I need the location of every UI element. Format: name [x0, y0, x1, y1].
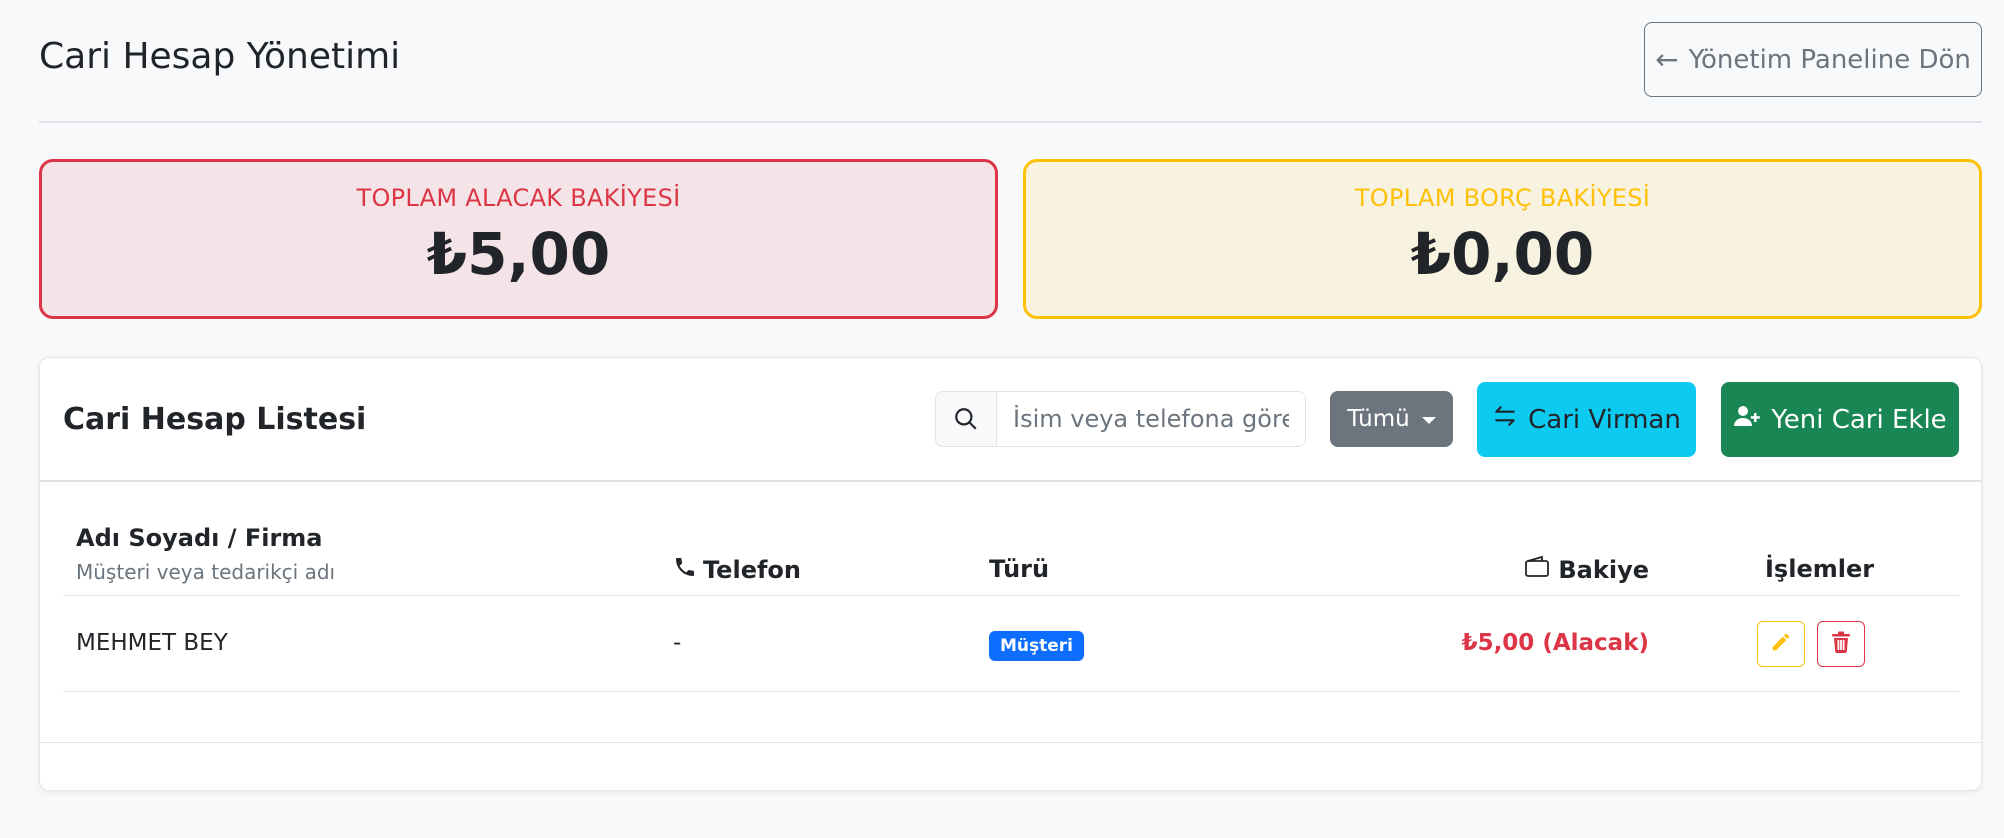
- column-header-phone: Telefon: [673, 555, 801, 585]
- receivable-amount: ₺5,00: [426, 220, 611, 288]
- panel-title: Cari Hesap Listesi: [63, 402, 367, 437]
- trash-icon: [1831, 631, 1851, 658]
- phone-header-label: Telefon: [703, 556, 801, 584]
- pencil-icon: [1770, 631, 1792, 658]
- page-header: Cari Hesap Yönetimi ← Yönetim Paneline D…: [39, 0, 1982, 123]
- panel-header: Cari Hesap Listesi Tümü: [40, 358, 1981, 482]
- filter-label: Tümü: [1347, 406, 1410, 432]
- column-header-name-subtitle: Müşteri veya tedarikçi adı: [76, 560, 336, 584]
- transfer-button-label: Cari Virman: [1528, 404, 1681, 435]
- arrow-left-icon: ←: [1655, 43, 1679, 76]
- add-button-label: Yeni Cari Ekle: [1771, 404, 1947, 435]
- search-icon: [936, 392, 997, 446]
- column-header-actions: İşlemler: [1765, 555, 1875, 583]
- delete-button[interactable]: [1817, 621, 1865, 667]
- edit-button[interactable]: [1757, 621, 1805, 667]
- receivable-label: TOPLAM ALACAK BAKİYESİ: [356, 184, 681, 212]
- payable-label: TOPLAM BORÇ BAKİYESİ: [1354, 184, 1651, 212]
- search-input[interactable]: [997, 392, 1305, 446]
- receivable-card: TOPLAM ALACAK BAKİYESİ ₺5,00: [39, 159, 998, 319]
- back-button-label: Yönetim Paneline Dön: [1688, 44, 1971, 75]
- balance-header-label: Bakiye: [1558, 556, 1649, 584]
- table-header: Adı Soyadı / Firma Müşteri veya tedarikç…: [63, 482, 1959, 596]
- panel-footer: [40, 742, 1981, 790]
- accounts-table: Adı Soyadı / Firma Müşteri veya tedarikç…: [63, 482, 1959, 692]
- phone-icon: [673, 555, 697, 585]
- page: Cari Hesap Yönetimi ← Yönetim Paneline D…: [39, 0, 1982, 791]
- row-name: MEHMET BEY: [76, 630, 228, 656]
- add-account-button[interactable]: Yeni Cari Ekle: [1721, 382, 1959, 457]
- payable-card: TOPLAM BORÇ BAKİYESİ ₺0,00: [1023, 159, 1982, 319]
- summary-cards: TOPLAM ALACAK BAKİYESİ ₺5,00 TOPLAM BORÇ…: [39, 159, 1982, 319]
- add-user-icon: [1733, 403, 1761, 436]
- transfer-button[interactable]: Cari Virman: [1477, 382, 1696, 457]
- column-header-type: Türü: [989, 555, 1050, 583]
- row-phone: -: [673, 630, 682, 656]
- transfer-icon: [1492, 403, 1518, 436]
- table-row: MEHMET BEY - Müşteri ₺5,00 (Alacak): [63, 596, 1959, 692]
- account-list-panel: Cari Hesap Listesi Tümü: [39, 357, 1982, 791]
- back-to-dashboard-button[interactable]: ← Yönetim Paneline Dön: [1644, 22, 1982, 97]
- column-header-name: Adı Soyadı / Firma: [76, 524, 323, 552]
- row-balance: ₺5,00 (Alacak): [1461, 630, 1649, 656]
- filter-dropdown[interactable]: Tümü: [1330, 391, 1453, 447]
- search-group: [935, 391, 1306, 447]
- caret-down-icon: [1421, 416, 1436, 424]
- type-badge: Müşteri: [989, 631, 1085, 661]
- page-title: Cari Hesap Yönetimi: [39, 36, 401, 77]
- payable-amount: ₺0,00: [1410, 220, 1595, 288]
- column-header-balance: Bakiye: [1524, 555, 1649, 585]
- wallet-icon: [1524, 555, 1550, 585]
